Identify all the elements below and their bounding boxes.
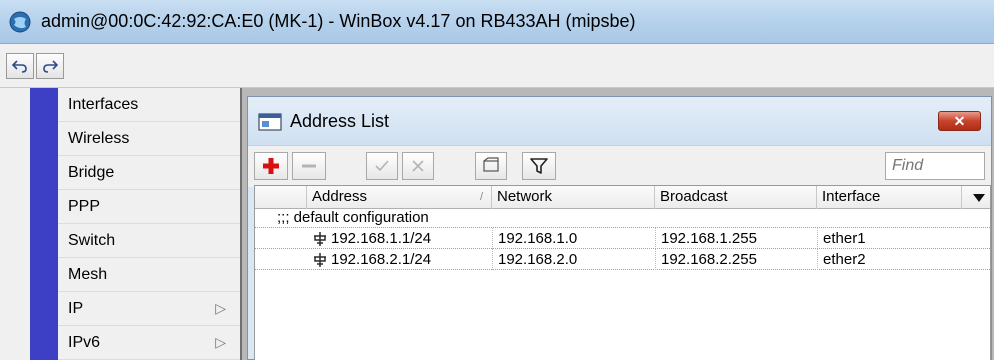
sidebar-item-ppp[interactable]: PPP xyxy=(58,190,240,224)
undo-button[interactable] xyxy=(6,53,34,79)
sidebar-item-wireless[interactable]: Wireless xyxy=(58,122,240,156)
redo-icon xyxy=(43,60,58,73)
sidebar-item-label: Switch xyxy=(68,232,116,249)
sidebar-item-interfaces[interactable]: Interfaces xyxy=(58,88,240,122)
comment-icon xyxy=(483,157,499,172)
window-titlebar: admin@00:0C:42:92:CA:E0 (MK-1) - WinBox … xyxy=(0,0,994,44)
filter-icon xyxy=(530,158,548,174)
column-header-interface[interactable]: Interface xyxy=(817,186,962,209)
remove-button[interactable] xyxy=(292,152,326,180)
sidebar-item-bridge[interactable]: Bridge xyxy=(58,156,240,190)
sidebar-item-mesh[interactable]: Mesh xyxy=(58,258,240,292)
sidebar-item-label: Interfaces xyxy=(68,96,139,113)
table-row[interactable]: 192.168.1.1/24 192.168.1.0 192.168.1.255… xyxy=(255,227,990,249)
interface-cell: ether2 xyxy=(817,249,962,270)
sidebar-item-label: Mesh xyxy=(68,266,108,283)
sidebar-item-label: IPv6 xyxy=(68,334,101,351)
window-title: admin@00:0C:42:92:CA:E0 (MK-1) - WinBox … xyxy=(41,11,636,31)
column-label: Interface xyxy=(822,188,881,205)
list-toolbar xyxy=(248,145,991,187)
sidebar-item-label: IP xyxy=(68,300,84,317)
window-icon xyxy=(258,113,282,131)
column-menu-button[interactable] xyxy=(962,186,990,209)
submenu-arrow-icon: ▷ xyxy=(215,334,226,350)
address-value: 192.168.1.1/24 xyxy=(331,230,432,247)
redo-button[interactable] xyxy=(36,53,64,79)
address-list-title: Address List xyxy=(290,111,390,131)
find-input[interactable] xyxy=(885,152,985,180)
close-icon: ✕ xyxy=(953,112,966,129)
column-header-broadcast[interactable]: Broadcast xyxy=(655,186,817,209)
network-cell: 192.168.2.0 xyxy=(492,249,655,270)
ip-address-icon xyxy=(314,252,326,267)
sidebar-item-ip[interactable]: IP ▷ xyxy=(58,292,240,326)
sidebar-item-switch[interactable]: Switch xyxy=(58,224,240,258)
plus-icon xyxy=(263,158,279,174)
sidebar-item-ipv6[interactable]: IPv6 ▷ xyxy=(58,326,240,360)
network-cell: 192.168.1.0 xyxy=(492,228,655,249)
column-label: Network xyxy=(497,188,553,205)
broadcast-cell: 192.168.1.255 xyxy=(655,228,817,249)
submenu-arrow-icon: ▷ xyxy=(215,300,226,316)
routeros-brand-strip xyxy=(30,88,58,360)
comment-button[interactable] xyxy=(475,152,507,180)
address-list-titlebar[interactable]: Address List ✕ xyxy=(248,97,991,145)
table-row[interactable]: 192.168.2.1/24 192.168.2.0 192.168.2.255… xyxy=(255,248,990,270)
undo-icon xyxy=(12,60,27,73)
enable-button[interactable] xyxy=(366,152,398,180)
sidebar-item-label: Bridge xyxy=(68,164,115,181)
address-list-window: Address List ✕ Find Address / Network Br… xyxy=(247,96,992,360)
sidebar-item-label: PPP xyxy=(68,198,101,215)
column-label: Broadcast xyxy=(660,188,728,205)
disable-button[interactable] xyxy=(402,152,434,180)
group-comment-row: ;;; default configuration xyxy=(277,209,429,226)
dropdown-triangle-icon xyxy=(972,193,985,202)
winbox-app-icon xyxy=(9,11,31,32)
main-toolbar xyxy=(0,44,994,88)
column-header-flags[interactable] xyxy=(255,186,307,209)
sidebar-menu: Interfaces Wireless Bridge PPP Switch Me… xyxy=(58,88,240,360)
minus-icon xyxy=(302,164,316,168)
cross-icon xyxy=(412,160,424,172)
interface-cell: ether1 xyxy=(817,228,962,249)
sort-indicator-icon: / xyxy=(479,191,483,203)
add-button[interactable] xyxy=(254,152,288,180)
broadcast-cell: 192.168.2.255 xyxy=(655,249,817,270)
column-header-address[interactable]: Address / xyxy=(307,186,492,209)
address-value: 192.168.2.1/24 xyxy=(331,251,432,268)
ip-address-icon xyxy=(314,231,326,246)
address-table: Address / Network Broadcast Interface ;;… xyxy=(254,185,991,360)
table-header: Address / Network Broadcast Interface xyxy=(255,186,990,209)
sidebar-item-label: Wireless xyxy=(68,130,130,147)
column-label: Address xyxy=(312,188,368,205)
filter-button[interactable] xyxy=(522,152,556,180)
close-button[interactable]: ✕ xyxy=(938,111,981,131)
left-gutter xyxy=(0,88,30,360)
address-cell: 192.168.1.1/24 xyxy=(307,228,492,249)
address-cell: 192.168.2.1/24 xyxy=(307,249,492,270)
column-header-network[interactable]: Network xyxy=(492,186,655,209)
checkmark-icon xyxy=(375,160,389,172)
